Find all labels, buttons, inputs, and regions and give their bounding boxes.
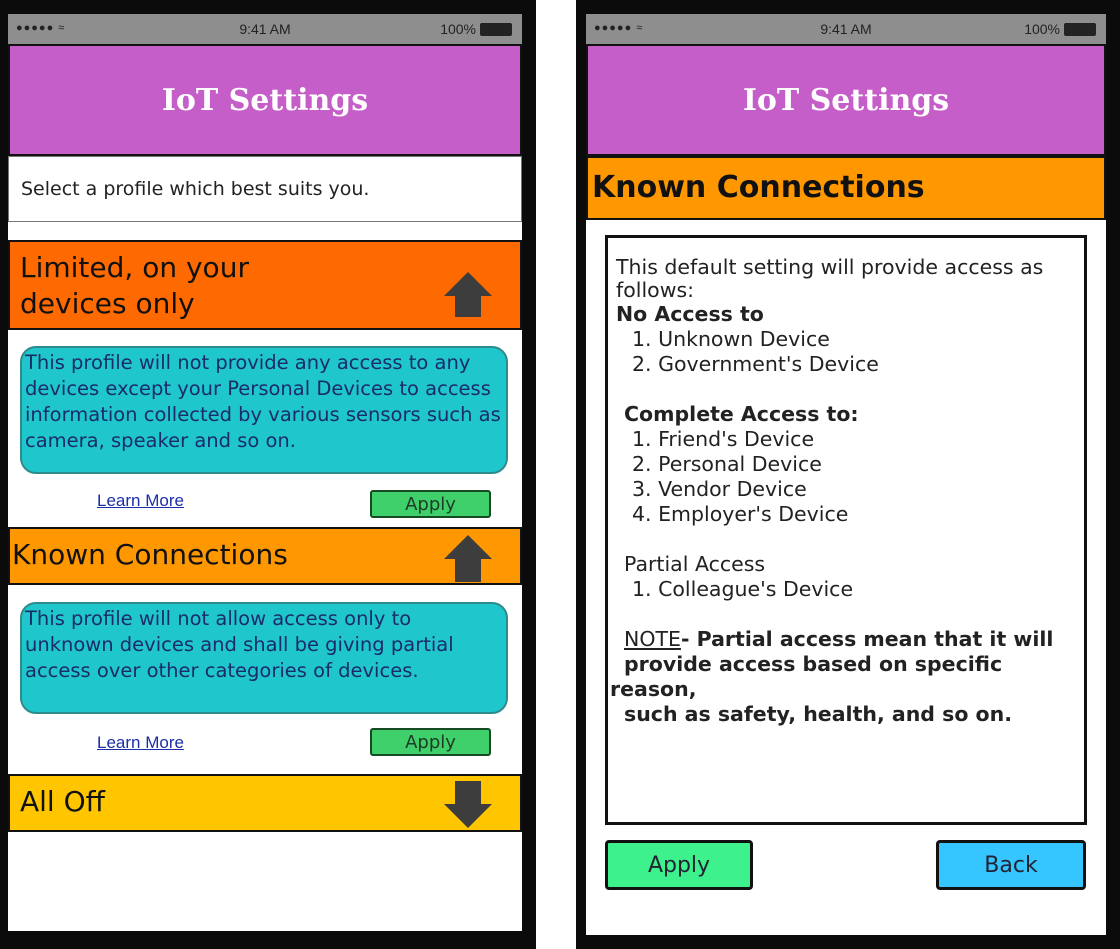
section-header-known: Known Connections <box>586 156 1106 220</box>
list-item: 2. Government's Device <box>632 352 879 376</box>
battery-icon <box>1064 22 1096 36</box>
list-item: 2. Personal Device <box>632 452 822 476</box>
battery-icon <box>480 22 512 36</box>
left-phone-frame: ●●●●● ≈ 9:41 AM 100% IoT Settings Select… <box>0 0 536 949</box>
profile-description-limited: This profile will not provide any access… <box>20 346 508 474</box>
right-screen: ●●●●● ≈ 9:41 AM 100% IoT Settings Known … <box>586 14 1106 935</box>
page-title: IoT Settings <box>161 82 369 118</box>
battery-indicator: 100% <box>1024 21 1096 37</box>
no-access-heading: No Access to <box>616 302 764 326</box>
back-button[interactable]: Back <box>936 840 1086 890</box>
list-item: 3. Vendor Device <box>632 477 807 501</box>
battery-percent: 100% <box>1024 21 1060 37</box>
access-details-panel: This default setting will provide access… <box>605 235 1087 825</box>
status-bar: ●●●●● ≈ 9:41 AM 100% <box>8 14 522 44</box>
apply-button-known[interactable]: Apply <box>370 728 491 756</box>
list-item: 1. Colleague's Device <box>632 577 854 601</box>
apply-button[interactable]: Apply <box>605 840 753 890</box>
apply-button-limited[interactable]: Apply <box>370 490 491 518</box>
app-title-bar: IoT Settings <box>8 44 522 156</box>
details-intro: This default setting will provide access… <box>616 255 1044 302</box>
learn-more-link-limited[interactable]: Learn More <box>97 491 184 511</box>
profile-label-limited: Limited, on your devices only <box>20 251 249 321</box>
partial-access-heading: Partial Access <box>624 552 766 576</box>
note-label: NOTE <box>624 627 681 651</box>
left-screen: ●●●●● ≈ 9:41 AM 100% IoT Settings Select… <box>8 14 522 931</box>
section-title: Known Connections <box>592 170 925 205</box>
battery-percent: 100% <box>440 21 476 37</box>
list-item: 1. Unknown Device <box>632 327 830 351</box>
complete-access-heading: Complete Access to: <box>624 402 859 426</box>
profile-description-known: This profile will not allow access only … <box>20 602 508 714</box>
arrow-up-icon[interactable] <box>442 533 494 583</box>
learn-more-link-known[interactable]: Learn More <box>97 733 184 753</box>
status-bar: ●●●●● ≈ 9:41 AM 100% <box>586 14 1106 44</box>
page-title: IoT Settings <box>742 82 950 118</box>
instruction-text: Select a profile which best suits you. <box>21 178 370 200</box>
profile-header-known[interactable]: Known Connections <box>8 527 522 585</box>
battery-indicator: 100% <box>440 21 512 37</box>
profile-label-known: Known Connections <box>12 538 288 571</box>
list-item: 4. Employer's Device <box>632 502 849 526</box>
note-text: NOTE- Partial access mean that it will <box>624 627 1054 651</box>
arrow-up-icon[interactable] <box>442 270 494 318</box>
right-phone-frame: ●●●●● ≈ 9:41 AM 100% IoT Settings Known … <box>576 0 1120 949</box>
profile-header-limited[interactable]: Limited, on your devices only <box>8 240 522 330</box>
profile-header-all-off[interactable]: All Off <box>8 774 522 832</box>
arrow-down-icon[interactable] <box>442 780 494 830</box>
list-item: 1. Friend's Device <box>632 427 815 451</box>
profile-label-all-off: All Off <box>20 785 105 818</box>
profile-instruction: Select a profile which best suits you. <box>8 156 522 222</box>
app-title-bar: IoT Settings <box>586 44 1106 156</box>
